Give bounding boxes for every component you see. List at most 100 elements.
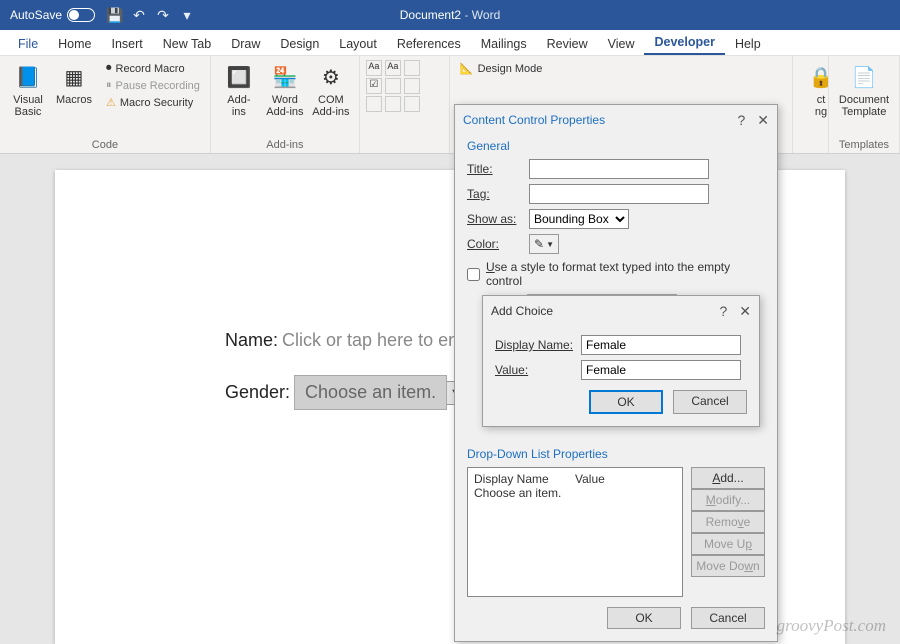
dialog-titlebar[interactable]: Add Choice ? ✕ (483, 296, 759, 326)
group-label-addins: Add-ins (217, 138, 353, 151)
undo-icon[interactable]: ↶ (131, 7, 147, 23)
dropdown-control-icon[interactable] (404, 78, 420, 94)
addins-icon: 🔲 (224, 62, 254, 92)
com-addins-button[interactable]: ⚙ COM Add-ins (309, 60, 353, 120)
word-addins-button[interactable]: 🏪 Word Add-ins (263, 60, 307, 120)
combobox-control-icon[interactable] (385, 78, 401, 94)
legacy-control-icon[interactable] (404, 96, 420, 112)
list-header: Display Name Value (474, 472, 676, 486)
chevron-down-icon: ▼ (546, 240, 554, 249)
tab-review[interactable]: Review (537, 33, 598, 55)
richtext-control-icon[interactable]: Aa (366, 60, 382, 76)
picture-control-icon[interactable] (404, 60, 420, 76)
help-icon[interactable]: ? (719, 303, 727, 320)
showas-label: Show as: (467, 212, 529, 226)
showas-select[interactable]: Bounding Box (529, 209, 629, 229)
plaintext-control-icon[interactable]: Aa (385, 60, 401, 76)
tab-home[interactable]: Home (48, 33, 101, 55)
customize-icon[interactable]: ▾ (179, 7, 195, 23)
group-label-code: Code (6, 138, 204, 151)
tab-view[interactable]: View (598, 33, 645, 55)
use-style-label: Use a style to format text typed into th… (486, 260, 765, 288)
dropdown-list[interactable]: Display Name Value Choose an item. (467, 467, 683, 597)
title-input[interactable] (529, 159, 709, 179)
tab-references[interactable]: References (387, 33, 471, 55)
autosave-toggle[interactable]: AutoSave (10, 8, 95, 22)
help-icon[interactable]: ? (737, 112, 745, 129)
ribbon-group-protect: 🔒 ct ng (793, 56, 829, 153)
macros-button[interactable]: ▦ Macros (52, 60, 96, 108)
ok-button[interactable]: OK (589, 390, 663, 414)
ribbon-group-addins: 🔲 Add- ins 🏪 Word Add-ins ⚙ COM Add-ins … (211, 56, 360, 153)
ribbon-tabs: File Home Insert New Tab Draw Design Lay… (0, 30, 900, 56)
design-mode-icon: 📐 (460, 62, 474, 75)
title-field-label: Title: (467, 162, 529, 176)
pen-icon: ✎ (534, 237, 544, 251)
save-icon[interactable]: 💾 (107, 7, 123, 23)
name-label: Name: (225, 330, 278, 351)
gender-label: Gender: (225, 382, 290, 403)
gender-dropdown[interactable]: Choose an item. (294, 375, 447, 410)
tab-file[interactable]: File (8, 33, 48, 55)
tab-newtab[interactable]: New Tab (153, 33, 221, 55)
record-macro-button[interactable]: ⏺ Record Macro (102, 60, 204, 77)
ribbon-group-controls: Aa Aa ☑ (360, 56, 450, 153)
date-control-icon[interactable] (366, 96, 382, 112)
pause-icon: ⏸ (106, 79, 112, 92)
tab-help[interactable]: Help (725, 33, 771, 55)
add-button[interactable]: Add... (691, 467, 765, 489)
macros-icon: ▦ (59, 62, 89, 92)
ok-button[interactable]: OK (607, 607, 681, 629)
tab-design[interactable]: Design (270, 33, 329, 55)
com-addins-icon: ⚙ (316, 62, 346, 92)
dialog-add-choice: Add Choice ? ✕ Display Name: Value: OK C… (482, 295, 760, 427)
close-icon[interactable]: ✕ (739, 303, 751, 320)
color-picker-button[interactable]: ✎▼ (529, 234, 559, 254)
quick-access-toolbar: 💾 ↶ ↷ ▾ (107, 7, 195, 23)
restrict-editing-button[interactable]: 🔒 ct ng (799, 60, 829, 120)
macro-security-button[interactable]: ⚠ Macro Security (102, 94, 204, 111)
tab-developer[interactable]: Developer (644, 31, 724, 55)
pause-recording-button[interactable]: ⏸ Pause Recording (102, 77, 204, 94)
word-doc-icon: 📄 (849, 62, 879, 92)
ribbon-group-code: 📘 Visual Basic ▦ Macros ⏺ Record Macro ⏸… (0, 56, 211, 153)
redo-icon[interactable]: ↷ (155, 7, 171, 23)
tab-layout[interactable]: Layout (329, 33, 387, 55)
color-label: Color: (467, 237, 529, 251)
ribbon-group-templates: 📄 Document Template Templates (829, 56, 900, 153)
warning-icon: ⚠ (106, 96, 116, 109)
word-addins-icon: 🏪 (270, 62, 300, 92)
group-label-templates: Templates (835, 138, 893, 151)
dialog-title: Add Choice (491, 304, 553, 318)
section-general: General (467, 139, 765, 153)
use-style-checkbox[interactable] (467, 268, 480, 281)
tab-draw[interactable]: Draw (221, 33, 270, 55)
repeating-control-icon[interactable] (385, 96, 401, 112)
checkbox-control-icon[interactable]: ☑ (366, 78, 382, 94)
tab-mailings[interactable]: Mailings (471, 33, 537, 55)
design-mode-button[interactable]: 📐 Design Mode (456, 60, 786, 77)
tag-field-label: Tag: (467, 187, 529, 201)
tab-insert[interactable]: Insert (102, 33, 153, 55)
visual-basic-button[interactable]: 📘 Visual Basic (6, 60, 50, 120)
display-name-input[interactable] (581, 335, 741, 355)
moveup-button: Move Up (691, 533, 765, 555)
addins-button[interactable]: 🔲 Add- ins (217, 60, 261, 120)
value-input[interactable] (581, 360, 741, 380)
autosave-label: AutoSave (10, 8, 62, 22)
tag-input[interactable] (529, 184, 709, 204)
record-icon: ⏺ (106, 62, 112, 75)
movedown-button: Move Down (691, 555, 765, 577)
list-item[interactable]: Choose an item. (474, 486, 676, 500)
remove-button: Remove (691, 511, 765, 533)
cancel-button[interactable]: Cancel (673, 390, 747, 414)
lock-icon: 🔒 (806, 62, 829, 92)
section-ddlp: Drop-Down List Properties (467, 447, 765, 461)
document-title: Document2 - Word (400, 8, 501, 22)
cancel-button[interactable]: Cancel (691, 607, 765, 629)
document-template-button[interactable]: 📄 Document Template (835, 60, 893, 120)
dialog-titlebar[interactable]: Content Control Properties ? ✕ (455, 105, 777, 135)
close-icon[interactable]: ✕ (757, 112, 769, 129)
visual-basic-icon: 📘 (13, 62, 43, 92)
toggle-off-icon[interactable] (67, 8, 95, 22)
